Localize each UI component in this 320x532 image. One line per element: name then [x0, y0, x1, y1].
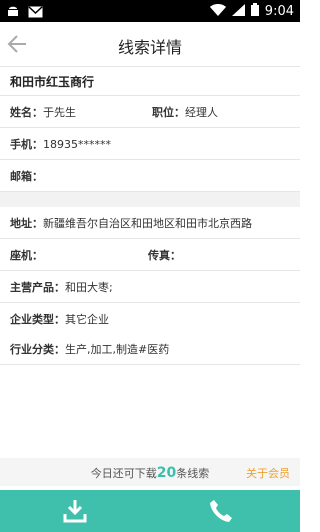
company-type-label: 企业类型：: [10, 313, 65, 326]
address-value: 新疆维吾尔自治区和田地区和田市北京西路: [43, 217, 252, 230]
email-label: 邮箱：: [10, 170, 43, 183]
quota-suffix: 条线索: [176, 467, 210, 480]
download-icon[interactable]: [62, 498, 88, 524]
address-row: 地址：新疆维吾尔自治区和田地区和田市北京西路: [0, 207, 300, 239]
android-icon: [6, 3, 20, 22]
products-value: 和田大枣;: [65, 281, 113, 294]
wifi-icon: [209, 3, 226, 20]
battery-icon: [250, 3, 259, 20]
phone-row[interactable]: 手机：18935******: [0, 128, 300, 160]
position-value: 经理人: [185, 106, 218, 119]
company-name: 和田市红玉商行: [10, 75, 95, 89]
industry-label: 行业分类：: [10, 343, 65, 356]
name-label: 姓名：: [10, 106, 43, 119]
bottom-action-bar: [0, 490, 300, 532]
phone-label: 手机：: [10, 138, 43, 151]
phone-icon[interactable]: [208, 498, 234, 524]
quota-prefix: 今日还可下载: [90, 467, 157, 480]
fax-label: 传真：: [148, 249, 181, 262]
nav-bar: 线索详情: [0, 22, 300, 67]
email-row: 邮箱：: [0, 160, 300, 192]
about-membership-link[interactable]: 关于会员: [246, 465, 290, 481]
company-type-value: 其它企业: [65, 313, 109, 326]
signal-icon: [231, 3, 245, 20]
name-value: 于先生: [43, 106, 76, 119]
industry-row: 行业分类：生产,加工,制造#医药: [0, 333, 300, 365]
company-type-row: 企业类型：其它企业: [0, 303, 300, 335]
company-name-row: 和田市红玉商行: [0, 67, 300, 96]
section-divider: [0, 192, 300, 207]
quota-count: 20: [156, 465, 177, 481]
products-label: 主营产品：: [10, 281, 65, 294]
position-label: 职位：: [152, 106, 185, 119]
phone-value: 18935******: [43, 138, 111, 151]
address-label: 地址：: [10, 217, 43, 230]
industry-value: 生产,加工,制造#医药: [65, 343, 170, 356]
download-quota-bar: 今日还可下载20条线索 关于会员: [0, 458, 300, 486]
page-title: 线索详情: [117, 38, 182, 57]
mail-icon: [28, 3, 43, 22]
landline-label: 座机：: [10, 249, 43, 262]
landline-fax-row: 座机： 传真：: [0, 239, 300, 271]
name-position-row: 姓名：于先生 职位：经理人: [0, 96, 300, 128]
products-row: 主营产品：和田大枣;: [0, 271, 300, 303]
status-bar: 9:04: [0, 0, 300, 22]
clock: 9:04: [264, 4, 294, 19]
